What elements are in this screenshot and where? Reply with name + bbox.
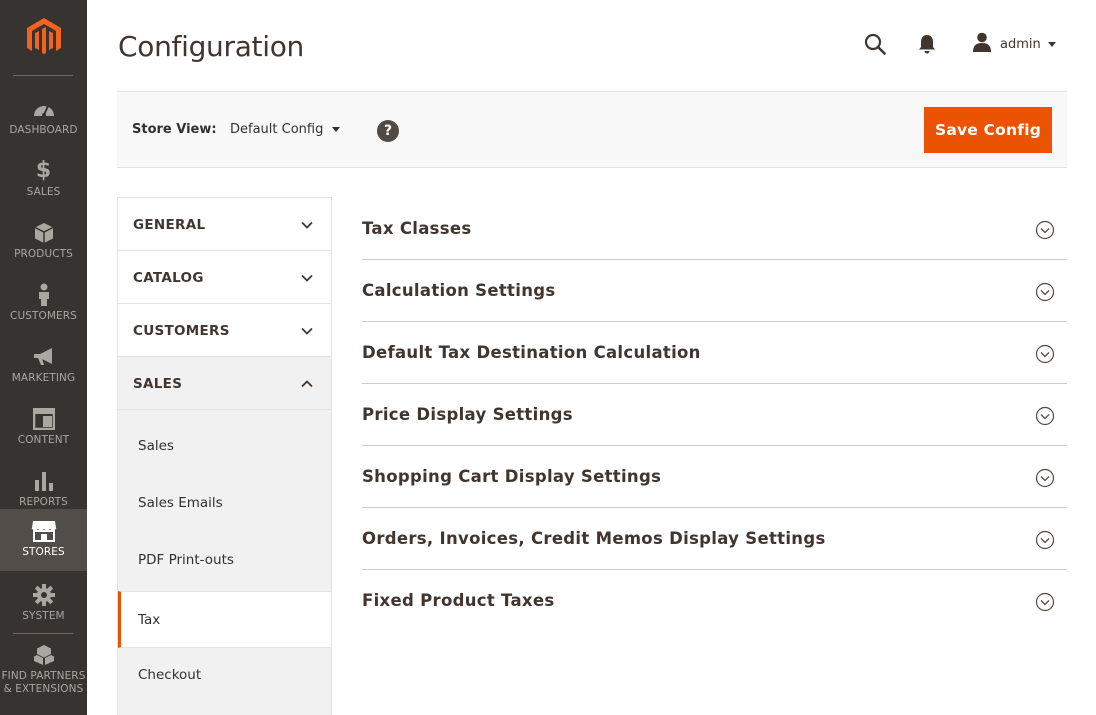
section-tax-classes[interactable]: Tax Classes bbox=[362, 198, 1067, 260]
tab-label: GENERAL bbox=[133, 217, 206, 233]
store-view-bar: Store View: Default Config ? Save Config bbox=[117, 91, 1067, 168]
nav-item-sales[interactable]: $ SALES bbox=[0, 149, 87, 211]
expand-circle-icon bbox=[1035, 406, 1055, 430]
nav-label: MARKETING bbox=[11, 372, 76, 384]
tab-label: SALES bbox=[133, 376, 183, 392]
store-icon bbox=[31, 519, 57, 543]
section-fixed-product-taxes[interactable]: Fixed Product Taxes bbox=[362, 570, 1067, 632]
tab-label: CATALOG bbox=[133, 270, 204, 286]
store-view-switcher[interactable]: Default Config bbox=[230, 122, 341, 137]
section-shopping-cart-display[interactable]: Shopping Cart Display Settings bbox=[362, 446, 1067, 508]
tab-catalog[interactable]: CATALOG bbox=[118, 251, 331, 304]
dashboard-icon bbox=[32, 97, 56, 121]
nav-item-system[interactable]: SYSTEM bbox=[0, 583, 87, 645]
expand-circle-icon bbox=[1035, 344, 1055, 368]
cubes-icon bbox=[32, 643, 56, 667]
nav-item-find-partners[interactable]: FIND PARTNERS & EXTENSIONS bbox=[0, 643, 87, 715]
store-view-label: Store View: bbox=[132, 122, 217, 137]
chevron-up-icon bbox=[300, 376, 314, 395]
chevron-down-icon bbox=[300, 270, 314, 289]
layout-icon bbox=[32, 407, 55, 431]
section-title: Price Display Settings bbox=[362, 405, 573, 424]
expand-circle-icon bbox=[1035, 468, 1055, 492]
magento-logo-icon bbox=[26, 17, 61, 54]
nav-label: STORES bbox=[22, 546, 65, 558]
tab-item-sales[interactable]: Sales bbox=[118, 418, 331, 475]
tab-item-label: PDF Print-outs bbox=[138, 552, 234, 568]
tab-item-pdf-printouts[interactable]: PDF Print-outs bbox=[118, 532, 331, 589]
tab-item-label: Checkout bbox=[138, 667, 202, 683]
section-orders-invoices-display[interactable]: Orders, Invoices, Credit Memos Display S… bbox=[362, 508, 1067, 570]
nav-label: CUSTOMERS bbox=[10, 310, 77, 322]
nav-item-stores[interactable]: STORES bbox=[0, 509, 87, 571]
search-icon[interactable] bbox=[864, 33, 886, 59]
tab-item-label: Sales Emails bbox=[138, 495, 223, 511]
expand-circle-icon bbox=[1035, 220, 1055, 244]
nav-item-products[interactable]: PRODUCTS bbox=[0, 211, 87, 273]
section-title: Orders, Invoices, Credit Memos Display S… bbox=[362, 529, 826, 548]
nav-item-content[interactable]: CONTENT bbox=[0, 397, 87, 459]
store-view-value: Default Config bbox=[230, 122, 324, 137]
chevron-down-icon bbox=[300, 217, 314, 236]
expand-circle-icon bbox=[1035, 592, 1055, 616]
nav-label: CONTENT bbox=[17, 434, 70, 446]
page-title: Configuration bbox=[118, 30, 304, 63]
section-title: Calculation Settings bbox=[362, 281, 556, 300]
save-config-button[interactable]: Save Config bbox=[924, 107, 1052, 153]
user-icon bbox=[972, 32, 992, 56]
tab-item-label: Sales bbox=[138, 438, 174, 454]
nav-label: DASHBOARD bbox=[9, 124, 78, 136]
notifications-bell-icon[interactable] bbox=[918, 34, 936, 58]
megaphone-icon bbox=[32, 345, 56, 369]
nav-label: PRODUCTS bbox=[14, 248, 73, 260]
nav-label: SYSTEM bbox=[22, 610, 65, 622]
tab-customers[interactable]: CUSTOMERS bbox=[118, 304, 331, 357]
admin-sidebar: DASHBOARD $ SALES PRODUCTS CUSTOMERS MAR… bbox=[0, 0, 87, 715]
section-title: Default Tax Destination Calculation bbox=[362, 343, 701, 362]
nav-divider bbox=[13, 633, 73, 634]
nav-label: FIND PARTNERS & EXTENSIONS bbox=[1, 670, 86, 695]
section-price-display-settings[interactable]: Price Display Settings bbox=[362, 384, 1067, 446]
magento-logo[interactable] bbox=[0, 0, 87, 75]
config-tabs: GENERAL CATALOG CUSTOMERS SALES Sales Sa… bbox=[117, 197, 332, 715]
person-icon bbox=[36, 283, 52, 307]
user-account-menu[interactable]: admin bbox=[972, 32, 1056, 56]
help-icon[interactable]: ? bbox=[377, 120, 399, 142]
nav-label: SALES bbox=[26, 186, 61, 198]
dollar-icon: $ bbox=[35, 158, 52, 183]
tab-item-tax[interactable]: Tax bbox=[118, 591, 331, 648]
section-title: Tax Classes bbox=[362, 219, 472, 238]
section-title: Shopping Cart Display Settings bbox=[362, 467, 662, 486]
tab-general[interactable]: GENERAL bbox=[118, 198, 331, 251]
nav-item-customers[interactable]: CUSTOMERS bbox=[0, 273, 87, 335]
gear-icon bbox=[32, 583, 56, 607]
bar-chart-icon bbox=[33, 469, 55, 493]
nav-label: REPORTS bbox=[19, 496, 68, 508]
username: admin bbox=[1000, 36, 1041, 52]
caret-down-icon bbox=[332, 127, 341, 132]
tab-item-checkout[interactable]: Checkout bbox=[118, 647, 331, 704]
section-title: Fixed Product Taxes bbox=[362, 591, 555, 610]
nav-item-marketing[interactable]: MARKETING bbox=[0, 335, 87, 397]
sales-subitems: Sales Sales Emails PDF Print-outs Tax Ch… bbox=[118, 410, 331, 715]
tab-item-sales-emails[interactable]: Sales Emails bbox=[118, 475, 331, 532]
tab-label: CUSTOMERS bbox=[133, 323, 230, 339]
nav-divider bbox=[13, 75, 73, 76]
expand-circle-icon bbox=[1035, 282, 1055, 306]
tax-config-sections: Tax Classes Calculation Settings Default… bbox=[362, 198, 1067, 632]
nav-item-dashboard[interactable]: DASHBOARD bbox=[0, 87, 87, 149]
expand-circle-icon bbox=[1035, 530, 1055, 554]
section-calculation-settings[interactable]: Calculation Settings bbox=[362, 260, 1067, 322]
chevron-down-icon bbox=[300, 323, 314, 342]
tab-item-label: Tax bbox=[138, 612, 161, 628]
caret-down-icon bbox=[1047, 41, 1056, 47]
section-default-tax-destination[interactable]: Default Tax Destination Calculation bbox=[362, 322, 1067, 384]
tab-sales[interactable]: SALES bbox=[118, 357, 331, 410]
box-icon bbox=[34, 221, 54, 245]
